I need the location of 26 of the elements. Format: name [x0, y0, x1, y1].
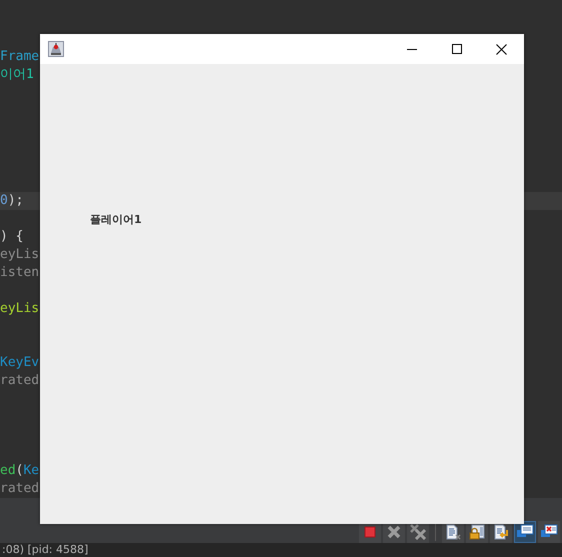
double-x-icon	[410, 524, 426, 540]
maximize-icon	[452, 44, 462, 54]
code-text: rated	[0, 481, 40, 496]
close-icon	[496, 44, 507, 54]
code-text: isten	[0, 265, 40, 280]
code-text: );	[8, 193, 24, 208]
player-label: 플레이어1	[90, 213, 142, 226]
code-text: 이어1	[0, 67, 34, 82]
code-text: eyLis	[0, 301, 40, 316]
code-text: eyLis	[0, 247, 40, 262]
code-text: Ke	[23, 463, 40, 478]
console-button[interactable]	[514, 521, 536, 543]
x-icon	[387, 525, 401, 539]
console-close-icon	[540, 524, 558, 540]
code-text: rated	[0, 373, 40, 388]
code-text: 0	[0, 193, 8, 208]
status-text: :08) [pid: 4588]	[2, 543, 88, 556]
code-text: ) {	[0, 229, 24, 244]
code-text: KeyEv	[0, 355, 40, 370]
lock-document-icon	[469, 524, 485, 540]
console-x-button[interactable]	[538, 521, 560, 543]
java-app-icon	[48, 41, 64, 57]
code-text: (	[16, 463, 24, 478]
stop-icon	[364, 526, 376, 538]
code-text: ed	[0, 463, 16, 478]
code-text: Frame	[0, 49, 40, 64]
